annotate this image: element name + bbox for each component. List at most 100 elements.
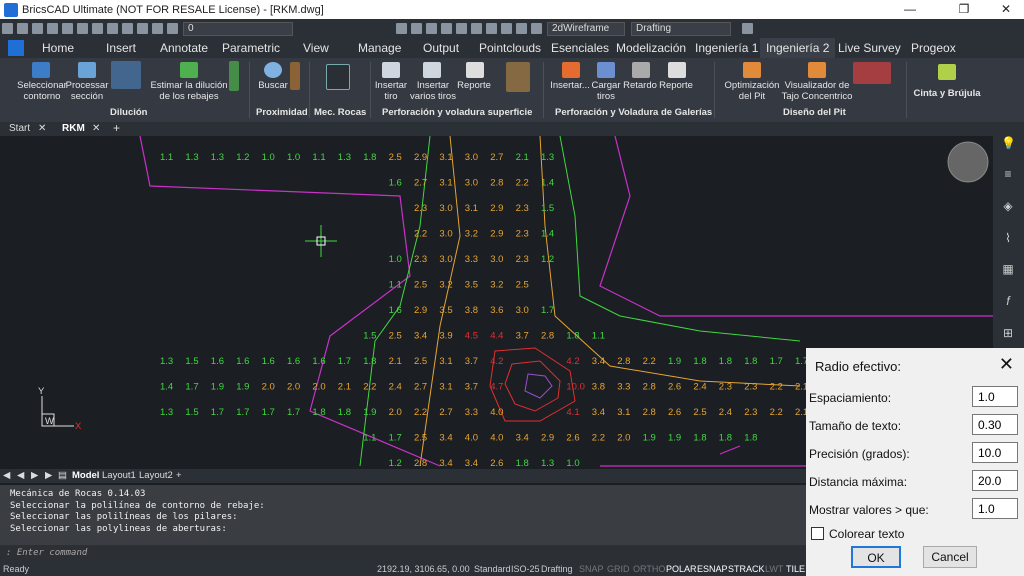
close-button[interactable]: ✕	[990, 0, 1022, 19]
dialog-close-button[interactable]: ✕	[999, 354, 1014, 375]
plotstyle-icon[interactable]	[456, 23, 467, 34]
layer-select[interactable]: 0	[183, 21, 293, 36]
color-icon[interactable]	[411, 23, 422, 34]
delay-button[interactable]: Retardo	[622, 80, 658, 91]
toggle-strack[interactable]: STRACK	[728, 564, 765, 574]
zoom-icon[interactable]	[471, 23, 482, 34]
doc-tab-rkm[interactable]: RKM	[62, 123, 85, 134]
toggle-snap[interactable]: SNAP	[579, 564, 604, 574]
doc-tab-start[interactable]: Start	[9, 123, 30, 134]
workspace-select[interactable]: Drafting	[631, 21, 731, 36]
tab-insert[interactable]: Insert	[106, 41, 136, 55]
dim-style[interactable]: ISO-25	[511, 564, 540, 574]
toggle-grid[interactable]: GRID	[607, 564, 630, 574]
cut-icon[interactable]	[92, 23, 103, 34]
add-layout-button[interactable]: +	[176, 470, 182, 481]
app-menu-button[interactable]	[8, 40, 24, 56]
tab-home[interactable]: Home	[42, 41, 74, 55]
toggle-polar[interactable]: POLAR	[666, 564, 697, 574]
copy-icon[interactable]	[107, 23, 118, 34]
tab-view[interactable]: View	[303, 41, 329, 55]
concentric-pit-button[interactable]: Visualizador de Tajo Concentrico	[780, 80, 854, 102]
buscar-button[interactable]: Buscar	[254, 80, 292, 91]
pit-optimization-button[interactable]: Optimización del Pit	[722, 80, 782, 102]
plot-icon[interactable]	[77, 23, 88, 34]
insert-gallery-button[interactable]: Insertar...	[548, 80, 592, 91]
tab-pointclouds[interactable]: Pointclouds	[479, 41, 541, 55]
process-section-button[interactable]: Processar sección	[64, 80, 110, 102]
tab-model[interactable]: Model	[72, 470, 99, 481]
insert-various-holes-button[interactable]: Insertar varios tiros	[408, 80, 458, 102]
pan-icon[interactable]	[486, 23, 497, 34]
tab-ingenieria-2[interactable]: Ingeniería 2	[760, 38, 836, 58]
toggle-tile[interactable]: TILE	[786, 564, 805, 574]
tab-manage[interactable]: Manage	[358, 41, 401, 55]
snap-icon[interactable]	[531, 23, 542, 34]
tab-layout2[interactable]: Layout2	[139, 470, 173, 481]
print-icon[interactable]	[62, 23, 73, 34]
save-icon[interactable]	[32, 23, 43, 34]
spacing-input[interactable]	[972, 386, 1018, 407]
insert-hole-button[interactable]: Insertar tiro	[372, 80, 410, 102]
command-input[interactable]: : Enter command	[0, 545, 806, 563]
toggle-lwt[interactable]: LWT	[765, 564, 783, 574]
structure-icon[interactable]: ⊞	[1001, 326, 1015, 340]
close-icon[interactable]: ✕	[38, 123, 46, 134]
layers-icon[interactable]: ◈	[1001, 199, 1015, 213]
toggle-esnap[interactable]: ESNAP	[697, 564, 728, 574]
add-tab-button[interactable]: +	[113, 121, 120, 135]
color-text-checkbox[interactable]	[811, 527, 824, 540]
tab-parametric[interactable]: Parametric	[222, 41, 280, 55]
open-icon[interactable]	[17, 23, 28, 34]
undo-icon[interactable]	[137, 23, 148, 34]
tab-layout1[interactable]: Layout1	[102, 470, 136, 481]
next-layout-icon[interactable]: ▶	[31, 470, 38, 481]
report-button[interactable]: Reporte	[456, 80, 492, 91]
tab-modelizacion[interactable]: Modelización	[616, 41, 686, 55]
prev-layout-icon[interactable]: ◀	[17, 470, 24, 481]
new-icon[interactable]	[2, 23, 13, 34]
paste-icon[interactable]	[122, 23, 133, 34]
tab-output[interactable]: Output	[423, 41, 459, 55]
lineweight-icon[interactable]	[441, 23, 452, 34]
function-icon[interactable]: f	[1001, 294, 1015, 308]
tab-progeox[interactable]: Progeox	[911, 41, 956, 55]
tab-esenciales[interactable]: Esenciales	[551, 41, 609, 55]
estimate-dilution-button[interactable]: Estimar la dilución de los rebajes	[148, 80, 230, 102]
tape-compass-button[interactable]: Cinta y Brújula	[912, 88, 982, 99]
minimize-button[interactable]: —	[894, 0, 926, 19]
redo-icon[interactable]	[152, 23, 163, 34]
ok-button[interactable]: OK	[851, 546, 901, 568]
help-icon[interactable]	[742, 23, 753, 34]
precision-input[interactable]	[972, 442, 1018, 463]
max-distance-input[interactable]	[972, 470, 1018, 491]
toggle-ortho[interactable]: ORTHO	[633, 564, 665, 574]
restore-button[interactable]: ❐	[948, 0, 980, 19]
first-layout-icon[interactable]: ◀	[3, 470, 10, 481]
cancel-button[interactable]: Cancel	[923, 546, 977, 568]
last-layout-icon[interactable]: ▶	[45, 470, 52, 481]
workspace-status[interactable]: Drafting	[541, 564, 573, 574]
attachment-icon[interactable]: ⌇	[1001, 231, 1015, 245]
layer-state-icon[interactable]	[167, 23, 178, 34]
tab-ingenieria-1[interactable]: Ingeniería 1	[695, 41, 758, 55]
load-holes-button[interactable]: Cargar tiros	[590, 80, 622, 102]
grid-icon[interactable]	[516, 23, 527, 34]
tab-live-survey[interactable]: Live Survey	[838, 41, 901, 55]
lightbulb-icon[interactable]: 💡	[1001, 136, 1016, 150]
visual-style-select[interactable]: 2dWireframe	[547, 21, 625, 36]
close-icon[interactable]: ✕	[92, 123, 100, 134]
settings-sliders-icon[interactable]: ≡	[1001, 167, 1015, 181]
select-contour-button[interactable]: Seleccionar contorno	[14, 80, 70, 102]
properties-icon[interactable]	[396, 23, 407, 34]
layout-list-icon[interactable]: ▤	[58, 470, 67, 481]
min-value-input[interactable]	[972, 498, 1018, 519]
linetype-icon[interactable]	[426, 23, 437, 34]
save-as-icon[interactable]	[47, 23, 58, 34]
text-style[interactable]: Standard	[474, 564, 511, 574]
measure-icon[interactable]	[501, 23, 512, 34]
text-size-input[interactable]	[972, 414, 1018, 435]
tab-annotate[interactable]: Annotate	[160, 41, 208, 55]
report-gallery-button[interactable]: Reporte	[657, 80, 695, 91]
grid-table-icon[interactable]: ▦	[1001, 262, 1015, 276]
